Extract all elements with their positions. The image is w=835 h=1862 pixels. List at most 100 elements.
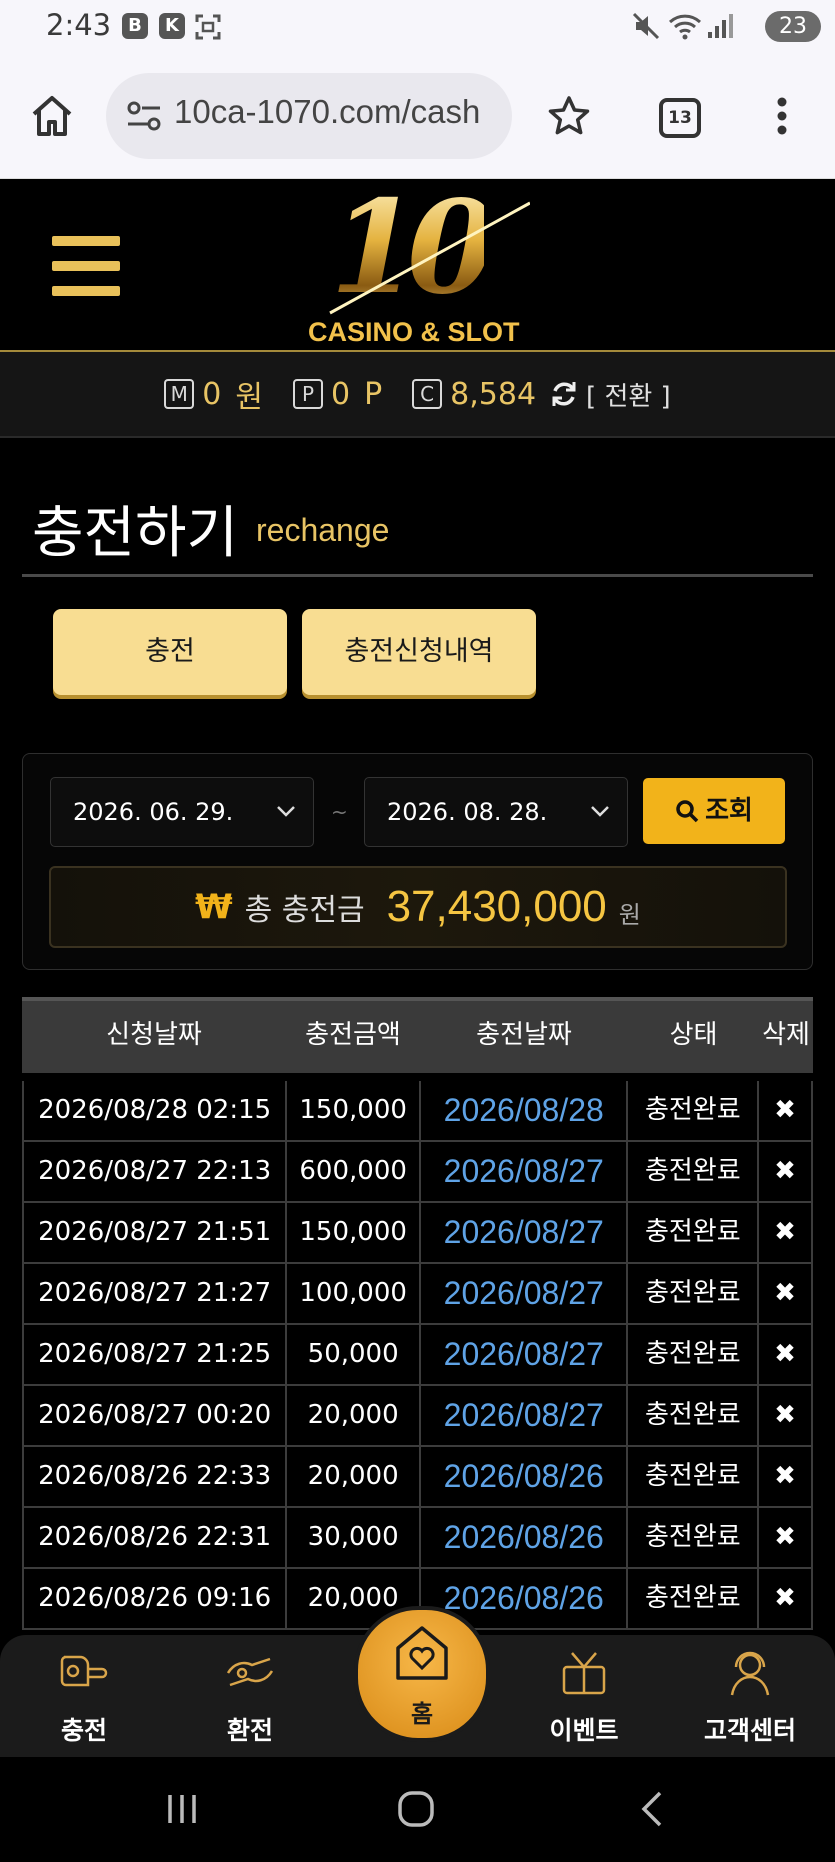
gift-icon: [562, 1652, 606, 1695]
charge-date-cell[interactable]: 2026/08/27: [420, 1325, 629, 1386]
end-date-value: 2026. 08. 28.: [387, 798, 548, 826]
table-row: 2026/08/27 21:25 50,000 2026/08/27 충전완료 ✖: [22, 1325, 813, 1386]
logo-slash: [329, 201, 530, 315]
site-header: 10 CASINO & SLOT: [0, 173, 835, 352]
system-home-icon[interactable]: [396, 1789, 436, 1829]
tab-charge-history[interactable]: 충전신청내역: [302, 609, 536, 695]
address-bar[interactable]: 10ca-1070.com/cash: [106, 73, 512, 159]
status-cell: 충전완료: [628, 1325, 760, 1386]
delete-button[interactable]: ✖: [759, 1386, 813, 1447]
scan-icon: [195, 14, 221, 40]
browser-toolbar: 10ca-1070.com/cash 13: [0, 54, 835, 179]
system-nav-bar: [0, 1757, 835, 1862]
table-body: 2026/08/28 02:15 150,000 2026/08/28 충전완료 ✖ 20…: [22, 1081, 813, 1630]
start-date-select[interactable]: 2026. 06. 29.: [50, 777, 314, 847]
request-date-cell: 2026/08/26 22:31: [24, 1508, 288, 1569]
site-logo[interactable]: 10 CASINO & SLOT: [300, 173, 540, 347]
money-value: 0: [202, 376, 222, 412]
request-date-cell: 2026/08/26 22:33: [24, 1447, 288, 1508]
chevron-down-icon: [277, 806, 295, 817]
refresh-icon[interactable]: [550, 380, 578, 408]
nav-support-label: 고객센터: [703, 1716, 796, 1745]
charge-date-cell[interactable]: 2026/08/27: [420, 1142, 629, 1203]
header-charge-date: 충전날짜: [476, 1020, 572, 1050]
status-bar: 2:43 B K 23: [0, 0, 835, 54]
money-balance: M 0 원: [164, 372, 263, 416]
point-icon: P: [292, 379, 323, 409]
status-cell: 충전완료: [628, 1508, 760, 1569]
header-status: 상태: [669, 1020, 718, 1050]
charge-icon: [60, 1655, 108, 1687]
back-icon[interactable]: [634, 1789, 670, 1829]
header-delete: 삭제: [762, 1020, 810, 1050]
request-date-cell: 2026/08/27 22:13: [24, 1142, 288, 1203]
mute-icon: [632, 12, 660, 40]
nav-event[interactable]: 이벤트: [524, 1647, 644, 1747]
nav-home[interactable]: 홈: [354, 1606, 490, 1742]
tab-switcher-button[interactable]: 13: [659, 98, 701, 138]
status-cell: 충전완료: [628, 1081, 760, 1142]
status-cell: 충전완료: [628, 1569, 760, 1630]
home-heart-icon: [396, 1626, 448, 1680]
tab-charge[interactable]: 충전: [53, 609, 287, 695]
total-value: 37,430,000: [386, 882, 607, 931]
delete-button[interactable]: ✖: [759, 1264, 813, 1325]
delete-button[interactable]: ✖: [759, 1081, 813, 1142]
table-row: 2026/08/27 00:20 20,000 2026/08/27 충전완료 ✖: [22, 1386, 813, 1447]
money-unit: 원: [235, 380, 263, 415]
total-charge-box: ₩ 총 충전금 37,430,000 원: [49, 866, 787, 948]
nav-charge[interactable]: 충전: [24, 1647, 144, 1747]
site-settings-icon[interactable]: [126, 100, 162, 132]
home-icon[interactable]: [30, 94, 74, 138]
delete-button[interactable]: ✖: [759, 1569, 813, 1630]
status-cell: 충전완료: [628, 1142, 760, 1203]
date-separator: ~: [331, 800, 348, 824]
end-date-select[interactable]: 2026. 08. 28.: [364, 777, 628, 847]
won-icon: ₩: [195, 887, 233, 927]
app-b-icon: B: [122, 13, 148, 39]
table-row: 2026/08/26 22:33 20,000 2026/08/26 충전완료 ✖: [22, 1447, 813, 1508]
table-row: 2026/08/26 22:31 30,000 2026/08/26 충전완료 ✖: [22, 1508, 813, 1569]
delete-button[interactable]: ✖: [759, 1325, 813, 1386]
request-date-cell: 2026/08/27 21:25: [24, 1325, 288, 1386]
charge-date-cell[interactable]: 2026/08/26: [420, 1508, 629, 1569]
amount-cell: 30,000: [287, 1508, 421, 1569]
delete-button[interactable]: ✖: [759, 1447, 813, 1508]
status-cell: 충전완료: [628, 1386, 760, 1447]
delete-button[interactable]: ✖: [759, 1203, 813, 1264]
start-date-value: 2026. 06. 29.: [73, 798, 234, 826]
amount-cell: 20,000: [287, 1447, 421, 1508]
nav-support[interactable]: 고객센터: [690, 1647, 810, 1747]
chevron-down-icon: [591, 806, 609, 817]
charge-date-cell[interactable]: 2026/08/28: [420, 1081, 629, 1142]
request-date-cell: 2026/08/27 00:20: [24, 1386, 288, 1447]
nav-event-label: 이벤트: [549, 1716, 619, 1745]
charge-date-cell[interactable]: 2026/08/27: [420, 1264, 629, 1325]
convert-button[interactable]: [ 전환 ]: [550, 376, 671, 413]
more-menu-icon[interactable]: [770, 94, 794, 138]
charge-date-cell[interactable]: 2026/08/27: [420, 1203, 629, 1264]
convert-label[interactable]: [ 전환 ]: [586, 376, 671, 413]
amount-cell: 150,000: [287, 1203, 421, 1264]
balance-bar: M 0 원 P 0 P C 8,584 [ 전환 ]: [0, 352, 835, 438]
charge-date-cell[interactable]: 2026/08/27: [420, 1386, 629, 1447]
nav-home-label: 홈: [410, 1700, 434, 1728]
delete-button[interactable]: ✖: [759, 1508, 813, 1569]
charge-date-cell[interactable]: 2026/08/26: [420, 1447, 629, 1508]
menu-icon[interactable]: [52, 236, 120, 296]
bookmark-star-icon[interactable]: [547, 94, 591, 138]
search-button[interactable]: 조회: [643, 778, 785, 844]
search-icon: [676, 800, 699, 823]
nav-exchange[interactable]: 환전: [190, 1647, 310, 1747]
signal-icon: [708, 14, 733, 38]
recent-apps-icon[interactable]: [164, 1791, 200, 1827]
nav-exchange-label: 환전: [226, 1716, 273, 1745]
point-value: 0: [330, 376, 351, 412]
header-amount: 충전금액: [305, 1020, 401, 1050]
status-cell: 충전완료: [628, 1264, 760, 1325]
delete-button[interactable]: ✖: [759, 1142, 813, 1203]
request-date-cell: 2026/08/28 02:15: [24, 1081, 288, 1142]
amount-cell: 20,000: [287, 1386, 421, 1447]
battery-indicator: 23: [765, 11, 821, 42]
status-cell: 충전완료: [628, 1447, 760, 1508]
